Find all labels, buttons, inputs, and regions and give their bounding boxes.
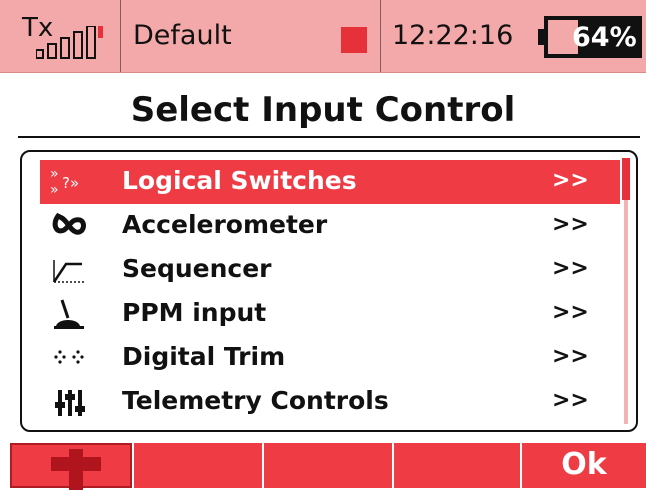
f4-button[interactable] xyxy=(394,443,522,488)
list-item-accelerometer[interactable]: Accelerometer >> xyxy=(40,204,620,248)
f3-button[interactable] xyxy=(264,443,394,488)
logical-switches-icon: » » ?» xyxy=(50,166,79,198)
page-title: Select Input Control xyxy=(130,90,516,130)
status-divider xyxy=(380,0,381,72)
list-item-ppm-input[interactable]: PPM input >> xyxy=(40,292,620,336)
list-item-label: PPM input xyxy=(122,298,267,327)
list-item-label: Accelerometer xyxy=(122,210,328,239)
list-item-label: Sequencer xyxy=(122,254,272,283)
record-indicator-icon xyxy=(341,27,367,53)
ppm-input-icon xyxy=(54,299,84,329)
chevron-right-icon: >> xyxy=(552,344,589,369)
list-item-sequencer[interactable]: Sequencer >> xyxy=(40,248,620,292)
svg-text:»: » xyxy=(50,166,59,182)
chevron-right-icon: >> xyxy=(552,388,589,413)
model-profile-name[interactable]: Default xyxy=(133,20,232,51)
list-item-label: Telemetry Controls xyxy=(122,386,389,415)
ok-button[interactable]: Ok xyxy=(522,443,646,488)
f2-button[interactable] xyxy=(134,443,264,488)
svg-text:?»: ?» xyxy=(62,174,79,192)
sequencer-icon xyxy=(52,260,84,283)
list-item-logical-switches[interactable]: » » ?» Logical Switches >> xyxy=(40,160,620,204)
list-item-label: Digital Trim xyxy=(122,342,286,371)
chevron-right-icon: >> xyxy=(552,300,589,325)
telemetry-controls-icon xyxy=(55,390,85,416)
battery-percent: 64% xyxy=(572,22,637,53)
ok-button-label: Ok xyxy=(561,447,607,482)
chevron-right-icon: >> xyxy=(552,168,589,193)
list-item-telemetry-controls[interactable]: Telemetry Controls >> xyxy=(40,380,620,424)
status-divider xyxy=(120,0,121,72)
signal-strength-icon xyxy=(36,26,103,59)
list-item-digital-trim[interactable]: Digital Trim >> xyxy=(40,336,620,380)
chevron-right-icon: >> xyxy=(552,256,589,281)
status-bar: Tx Default 12:22:16 64% xyxy=(0,0,646,73)
scrollbar-thumb[interactable] xyxy=(622,158,630,200)
accelerometer-icon xyxy=(52,212,86,235)
function-button-bar: Ok xyxy=(0,443,646,490)
title-divider xyxy=(18,136,640,138)
clock: 12:22:16 xyxy=(392,20,514,51)
f1-add-button[interactable] xyxy=(10,443,132,490)
list-item-label: Logical Switches xyxy=(122,166,357,195)
chevron-right-icon: >> xyxy=(552,212,589,237)
svg-text:»: » xyxy=(50,182,59,198)
digital-trim-icon xyxy=(54,350,84,364)
battery-indicator: 64% xyxy=(538,16,642,58)
input-control-list[interactable]: » » ?» Logical Switches >> Accelerometer… xyxy=(20,150,638,432)
